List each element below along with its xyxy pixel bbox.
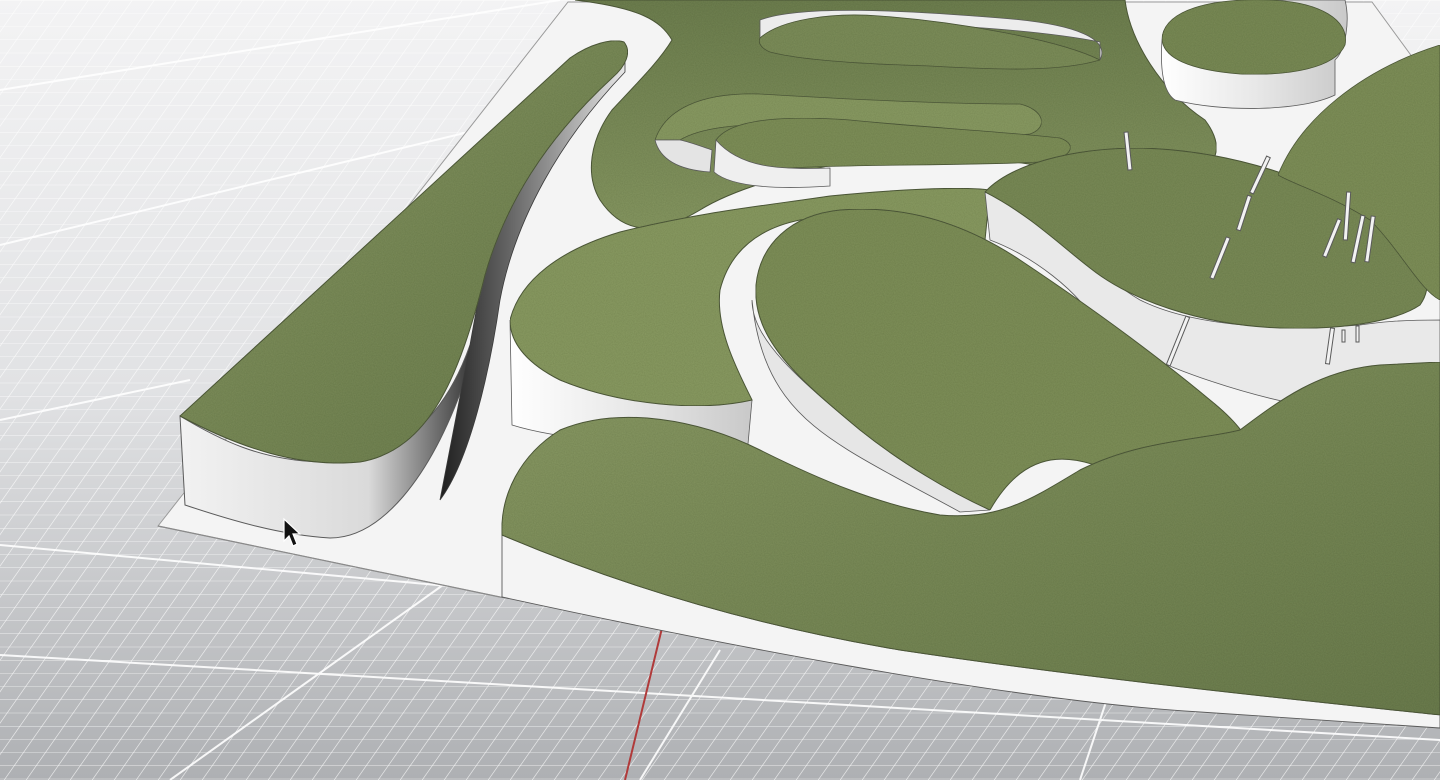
viewport-canvas[interactable] [0,0,1440,780]
model-viewport[interactable] [0,0,1440,780]
